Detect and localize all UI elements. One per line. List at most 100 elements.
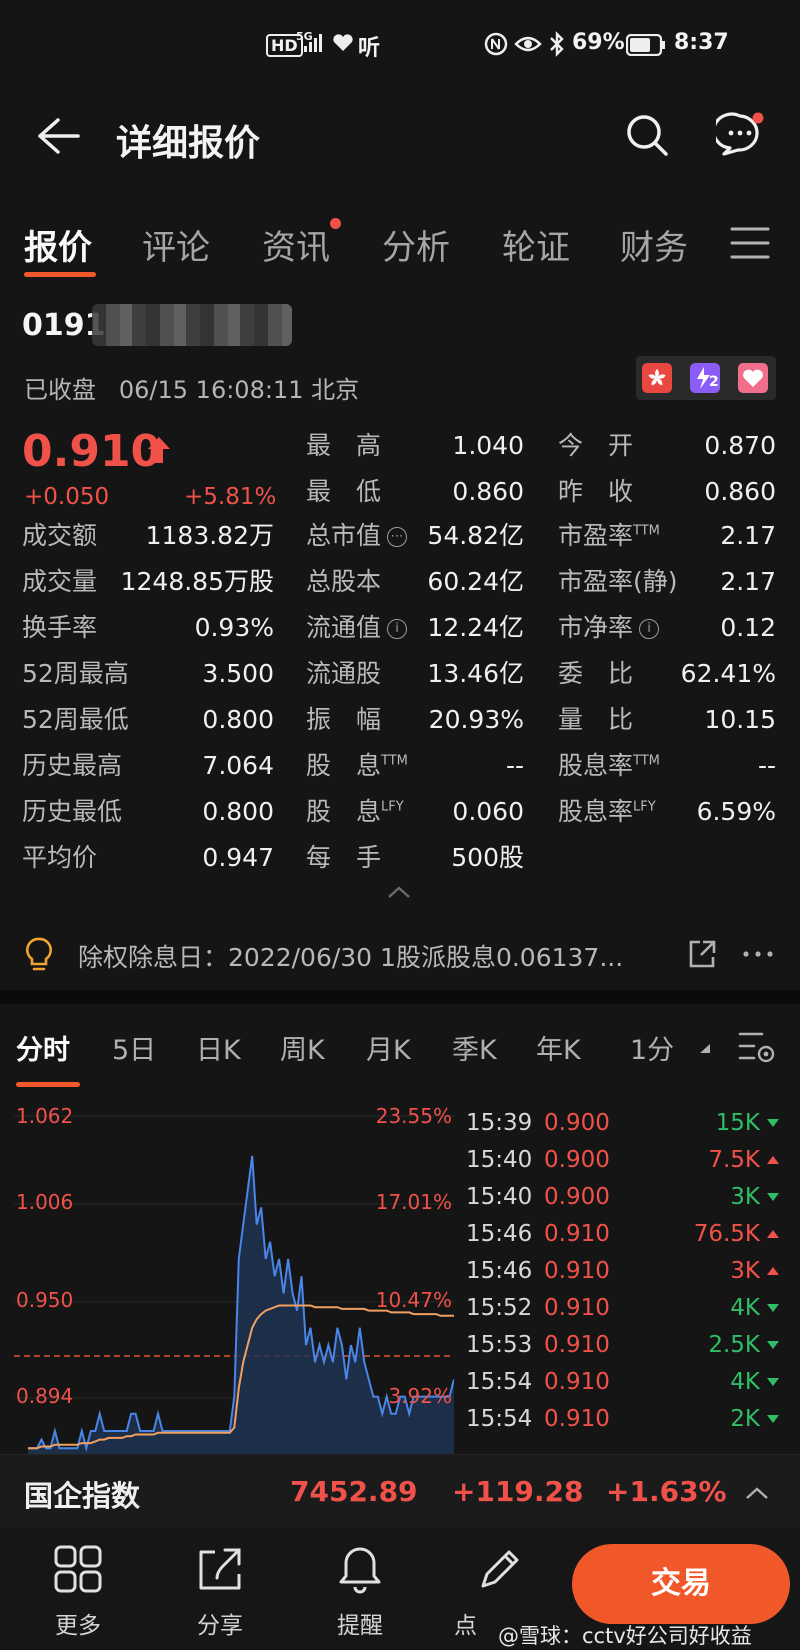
tick-time: 15:52 [466,1295,533,1321]
tick-time: 15:40 [466,1184,533,1210]
chart-tab-1min[interactable]: 1分 [630,1028,674,1067]
down-triangle-icon [767,1378,779,1386]
back-arrow-icon[interactable] [36,116,80,156]
tick-volume: 4K [730,1295,760,1321]
tick-volume: 2.5K [708,1332,760,1358]
up-triangle-icon [767,1267,779,1275]
share-out-icon [199,1548,241,1590]
tab-analysis[interactable]: 分析 [382,220,450,269]
section-divider [0,990,800,1004]
dropdown-triangle-icon[interactable] [698,1042,712,1054]
tick-row: 15:52 0.910 4K [460,1289,786,1327]
index-value: 7452.89 [290,1475,418,1508]
quote-prev-close: 昨 收 0.860 [558,477,776,506]
search-icon[interactable] [624,112,670,158]
tab-comments[interactable]: 评论 [142,220,210,269]
tick-time: 15:46 [466,1258,533,1284]
active-tab-indicator [24,272,96,277]
nfc-icon [484,32,508,56]
chart-period-tabs: 分时 5日 日K 周K 月K 季K 年K 1分 [0,1004,800,1087]
chart-tab-yearly[interactable]: 年K [536,1028,581,1067]
index-bar[interactable]: 国企指数 7452.89 +119.28 +1.63% [0,1454,800,1528]
nav-share-label: 分享 [197,1613,243,1639]
more-icon[interactable] [742,950,774,958]
tick-volume: 15K [715,1110,760,1136]
tab-quote[interactable]: 报价 [24,220,92,269]
more-info-icon[interactable]: ⋯ [387,527,408,547]
quote-yield-lfy: 股息率LFY 6.59% [558,797,776,826]
tick-row: 15:40 0.900 3K [460,1178,786,1216]
quote-market-cap: 总市值 ⋯ 54.82亿 [306,521,524,550]
menu-icon[interactable] [730,226,770,260]
pb-info-icon[interactable]: i [639,619,660,639]
tick-volume: 3K [730,1258,760,1284]
info-icon[interactable]: i [387,619,408,639]
index-change-pct: +1.63% [606,1475,727,1508]
status-bar: HD 5G 听 69% 8:37 [0,0,800,90]
chart-tab-intraday[interactable]: 分时 [16,1028,70,1067]
exdiv-text: 除权除息日：2022/06/30 1股派股息0.06137... [78,943,624,972]
index-name: 国企指数 [24,1479,141,1513]
health-heart-icon [333,34,353,51]
chart-tab-5day[interactable]: 5日 [112,1028,156,1067]
tick-row: 15:40 0.900 7.5K [460,1141,786,1179]
chart-tab-monthly[interactable]: 月K [366,1028,411,1067]
quote-datetime: 06/15 16:08:11 北京 [118,376,360,404]
stock-tags: 2 [636,356,776,400]
quote-volume-ratio: 量 比 10.15 [558,705,776,734]
exdiv-banner[interactable]: 除权除息日：2022/06/30 1股派股息0.06137... [0,920,800,990]
tab-financials[interactable]: 财务 [620,220,688,269]
nav-more-label: 更多 [55,1613,101,1639]
expand-up-icon[interactable] [744,1485,770,1501]
level2-icon[interactable]: 2 [690,363,720,393]
chart-tab-daily[interactable]: 日K [196,1028,241,1067]
quote-pb: 市净率 i 0.12 [558,613,776,642]
favorite-heart-icon[interactable] [738,363,768,393]
tick-price: 0.910 [544,1406,610,1432]
current-price: 0.910 [22,426,162,477]
hk-flag-icon[interactable] [642,363,672,393]
tick-row: 15:46 0.910 3K [460,1252,786,1290]
listen-indicator: 听 [358,36,381,61]
intraday-chart[interactable]: 1.062 1.006 0.950 0.894 23.55% 17.01% 10… [14,1098,454,1454]
quote-turnover: 成交额 1183.82万 [22,521,274,550]
stock-name-blurred [92,304,292,346]
quote-avg-price: 平均价 0.947 [22,843,274,872]
y-label-3: 0.950 [16,1288,74,1312]
app-header: 详细报价 [0,90,800,200]
message-icon[interactable] [716,110,766,160]
tick-time: 15:54 [466,1369,533,1395]
chart-settings-icon[interactable] [736,1028,778,1068]
nav-more[interactable]: 更多 [28,1544,128,1640]
tab-news[interactable]: 资讯 [262,220,330,269]
quote-bid-ratio: 委 比 62.41% [558,659,776,688]
tick-price: 0.910 [544,1258,610,1284]
trade-button[interactable]: 交易 [572,1544,790,1624]
nav-alert[interactable]: 提醒 [310,1544,410,1640]
tick-price: 0.910 [544,1295,610,1321]
quote-52w-low: 52周最低 0.800 [22,705,274,734]
eye-icon [514,36,542,52]
price-up-arrow-icon [148,437,170,463]
quote-amplitude: 振 幅 20.93% [306,705,524,734]
tick-time: 15:39 [466,1110,533,1136]
nav-share[interactable]: 分享 [170,1544,270,1640]
bell-icon [339,1547,381,1594]
y-label-2: 1.006 [16,1190,74,1214]
chart-tab-weekly[interactable]: 周K [280,1028,325,1067]
tick-time: 15:40 [466,1147,533,1173]
main-tabs: 报价 评论 资讯 分析 轮证 财务 [0,210,800,280]
up-triangle-icon [767,1230,779,1238]
tick-volume: 7.5K [708,1147,760,1173]
pct-label-4: 3.92% [388,1384,452,1408]
bottom-nav: 更多 分享 提醒 点 交易 @雪球：cctv好公司好收益 [0,1528,800,1650]
chart-tab-quarterly[interactable]: 季K [452,1028,497,1067]
price-change: +0.050 [24,484,110,510]
pct-label-3: 10.47% [375,1288,452,1312]
quote-float-shares: 流通股 13.46亿 [306,659,524,688]
collapse-caret-icon[interactable] [386,884,412,900]
tab-warrants[interactable]: 轮证 [502,220,570,269]
tick-time: 15:46 [466,1221,533,1247]
tick-price: 0.910 [544,1369,610,1395]
share-icon[interactable] [686,938,718,970]
